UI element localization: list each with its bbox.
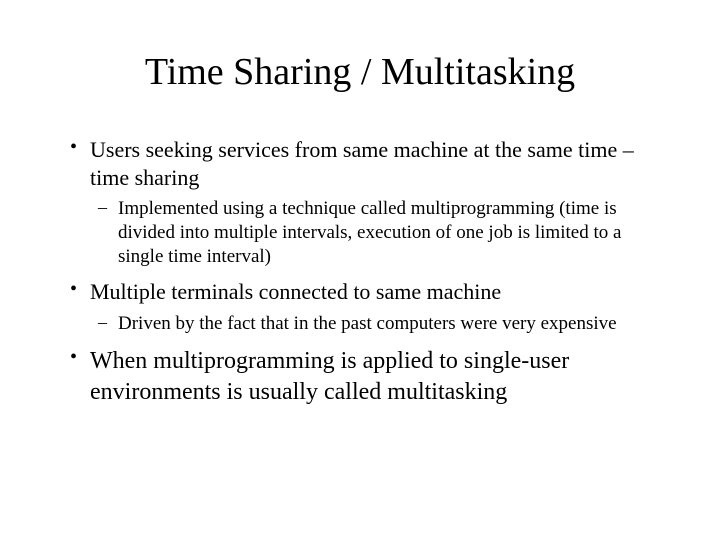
sub-bullet-list: Implemented using a technique called mul…: [90, 197, 660, 268]
list-item: Multiple terminals connected to same mac…: [60, 278, 660, 335]
list-item: Users seeking services from same machine…: [60, 136, 660, 268]
bullet-list: Users seeking services from same machine…: [60, 136, 660, 408]
list-item: Implemented using a technique called mul…: [90, 197, 660, 268]
list-item: Driven by the fact that in the past comp…: [90, 312, 660, 336]
bullet-text: Users seeking services from same machine…: [90, 136, 660, 191]
sub-bullet-text: Driven by the fact that in the past comp…: [118, 312, 660, 336]
sub-bullet-text: Implemented using a technique called mul…: [118, 197, 660, 268]
bullet-text: Multiple terminals connected to same mac…: [90, 278, 660, 306]
sub-bullet-list: Driven by the fact that in the past comp…: [90, 312, 660, 336]
list-item: When multiprogramming is applied to sing…: [60, 346, 660, 408]
slide-title: Time Sharing / Multitasking: [60, 50, 660, 94]
bullet-text: When multiprogramming is applied to sing…: [90, 346, 660, 408]
